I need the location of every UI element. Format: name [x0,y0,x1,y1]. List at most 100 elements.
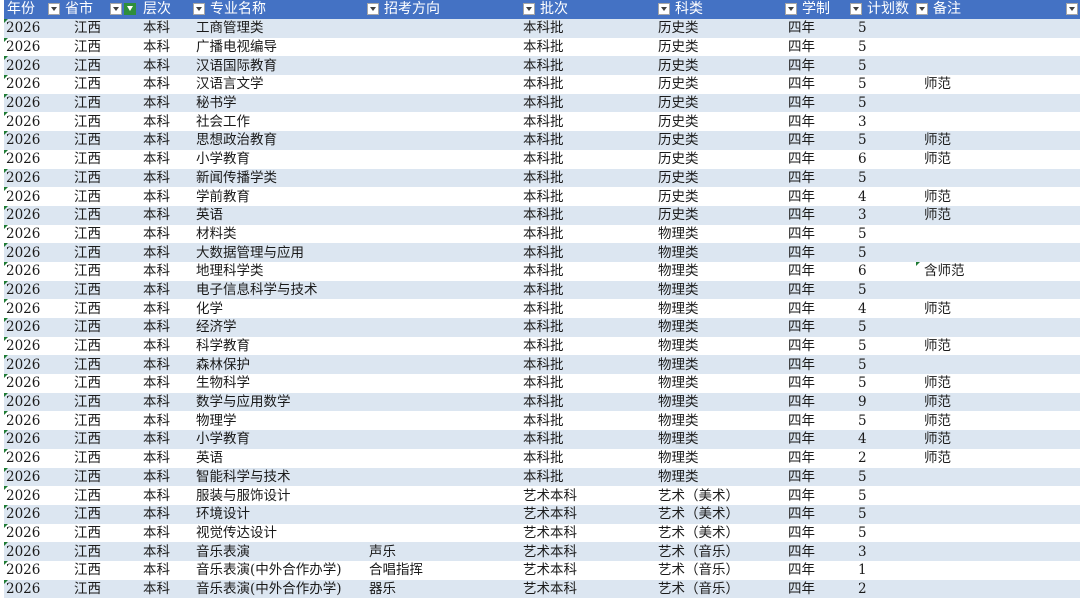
cell-province[interactable]: 江西 [62,430,124,449]
filter-dropdown-icon[interactable] [658,3,670,15]
cell-major[interactable]: 社会工作 [193,112,367,132]
table-row[interactable]: 2026 江西 本科 经济学 本科批 物理类 四年 5 [4,318,1080,337]
cell-level[interactable]: 本科 [124,243,193,262]
cell-direction[interactable] [367,504,523,524]
cell-note[interactable] [916,579,1080,599]
cell-province[interactable]: 江西 [62,261,124,281]
table-row[interactable]: 2026 江西 本科 工商管理类 本科批 历史类 四年 5 [4,19,1080,38]
cell-level[interactable]: 本科 [124,131,193,150]
cell-batch[interactable]: 本科批 [523,430,658,449]
cell-direction[interactable] [367,224,523,244]
cell-duration[interactable]: 四年 [785,374,850,393]
cell-major[interactable]: 物理学 [193,411,367,431]
cell-direction[interactable] [367,374,523,393]
cell-major[interactable]: 化学 [193,299,367,318]
cell-duration[interactable]: 四年 [785,504,850,524]
cell-note[interactable]: 师范 [916,205,1080,225]
cell-year[interactable]: 2026 [4,93,62,113]
cell-plan[interactable]: 5 [850,224,916,244]
table-row[interactable]: 2026 江西 本科 汉语国际教育 本科批 历史类 四年 5 [4,56,1080,76]
cell-plan[interactable]: 5 [850,374,916,393]
cell-duration[interactable]: 四年 [785,579,850,599]
cell-note[interactable]: 师范 [916,411,1080,431]
table-row[interactable]: 2026 江西 本科 科学教育 本科批 物理类 四年 5 师范 [4,336,1080,356]
cell-province[interactable]: 江西 [62,374,124,393]
filter-dropdown-icon[interactable] [1066,3,1078,15]
cell-note[interactable]: 师范 [916,299,1080,318]
cell-category[interactable]: 物理类 [658,224,785,244]
cell-category[interactable]: 物理类 [658,448,785,468]
cell-direction[interactable] [367,187,523,206]
cell-major[interactable]: 汉语国际教育 [193,56,367,76]
cell-plan[interactable]: 5 [850,131,916,150]
header-major[interactable]: 专业名称 [193,0,367,19]
cell-level[interactable]: 本科 [124,542,193,561]
cell-plan[interactable]: 3 [850,205,916,225]
cell-note[interactable] [916,56,1080,76]
cell-level[interactable]: 本科 [124,187,193,206]
cell-category[interactable]: 艺术（美术） [658,486,785,505]
cell-province[interactable]: 江西 [62,542,124,561]
cell-year[interactable]: 2026 [4,224,62,244]
cell-year[interactable]: 2026 [4,131,62,150]
table-row[interactable]: 2026 江西 本科 视觉传达设计 艺术本科 艺术（美术） 四年 5 [4,523,1080,543]
cell-province[interactable]: 江西 [62,318,124,337]
cell-duration[interactable]: 四年 [785,56,850,76]
cell-duration[interactable]: 四年 [785,355,850,375]
cell-plan[interactable]: 5 [850,19,916,38]
cell-province[interactable]: 江西 [62,187,124,206]
cell-duration[interactable]: 四年 [785,112,850,132]
cell-plan[interactable]: 2 [850,579,916,599]
cell-major[interactable]: 汉语言文学 [193,75,367,94]
cell-level[interactable]: 本科 [124,430,193,449]
cell-batch[interactable]: 艺术本科 [523,560,658,580]
cell-plan[interactable]: 4 [850,430,916,449]
cell-level[interactable]: 本科 [124,523,193,543]
cell-major[interactable]: 秘书学 [193,93,367,113]
cell-batch[interactable]: 本科批 [523,56,658,76]
cell-note[interactable]: 师范 [916,131,1080,150]
cell-level[interactable]: 本科 [124,19,193,38]
table-row[interactable]: 2026 江西 本科 地理科学类 本科批 物理类 四年 6 含师范 [4,261,1080,281]
cell-batch[interactable]: 艺术本科 [523,579,658,599]
cell-year[interactable]: 2026 [4,261,62,281]
table-row[interactable]: 2026 江西 本科 智能科学与技术 本科批 物理类 四年 5 [4,467,1080,487]
cell-category[interactable]: 历史类 [658,19,785,38]
cell-note[interactable] [916,467,1080,487]
cell-level[interactable]: 本科 [124,56,193,76]
cell-level[interactable]: 本科 [124,299,193,318]
table-row[interactable]: 2026 江西 本科 服装与服饰设计 艺术本科 艺术（美术） 四年 5 [4,486,1080,505]
cell-level[interactable]: 本科 [124,75,193,94]
cell-duration[interactable]: 四年 [785,75,850,94]
cell-year[interactable]: 2026 [4,205,62,225]
cell-batch[interactable]: 本科批 [523,280,658,300]
cell-batch[interactable]: 本科批 [523,336,658,356]
cell-direction[interactable] [367,318,523,337]
cell-major[interactable]: 音乐表演 [193,542,367,561]
table-row[interactable]: 2026 江西 本科 小学教育 本科批 物理类 四年 4 师范 [4,430,1080,449]
cell-year[interactable]: 2026 [4,579,62,599]
cell-batch[interactable]: 本科批 [523,299,658,318]
cell-year[interactable]: 2026 [4,392,62,412]
cell-note[interactable]: 师范 [916,149,1080,169]
cell-batch[interactable]: 本科批 [523,243,658,262]
header-category[interactable]: 科类 [658,0,785,19]
table-row[interactable]: 2026 江西 本科 英语 本科批 历史类 四年 3 师范 [4,205,1080,225]
cell-province[interactable]: 江西 [62,243,124,262]
table-row[interactable]: 2026 江西 本科 音乐表演(中外合作办学) 器乐 艺术本科 艺术（音乐） 四年 2 [4,579,1080,599]
cell-province[interactable]: 江西 [62,448,124,468]
cell-category[interactable]: 艺术（美术） [658,504,785,524]
cell-note[interactable]: 师范 [916,187,1080,206]
cell-province[interactable]: 江西 [62,149,124,169]
cell-province[interactable]: 江西 [62,56,124,76]
cell-year[interactable]: 2026 [4,243,62,262]
table-row[interactable]: 2026 江西 本科 音乐表演 声乐 艺术本科 艺术（音乐） 四年 3 [4,542,1080,561]
cell-note[interactable]: 师范 [916,448,1080,468]
cell-major[interactable]: 学前教育 [193,187,367,206]
cell-province[interactable]: 江西 [62,392,124,412]
cell-level[interactable]: 本科 [124,336,193,356]
cell-note[interactable] [916,486,1080,505]
cell-plan[interactable]: 5 [850,318,916,337]
cell-direction[interactable] [367,149,523,169]
cell-plan[interactable]: 5 [850,486,916,505]
